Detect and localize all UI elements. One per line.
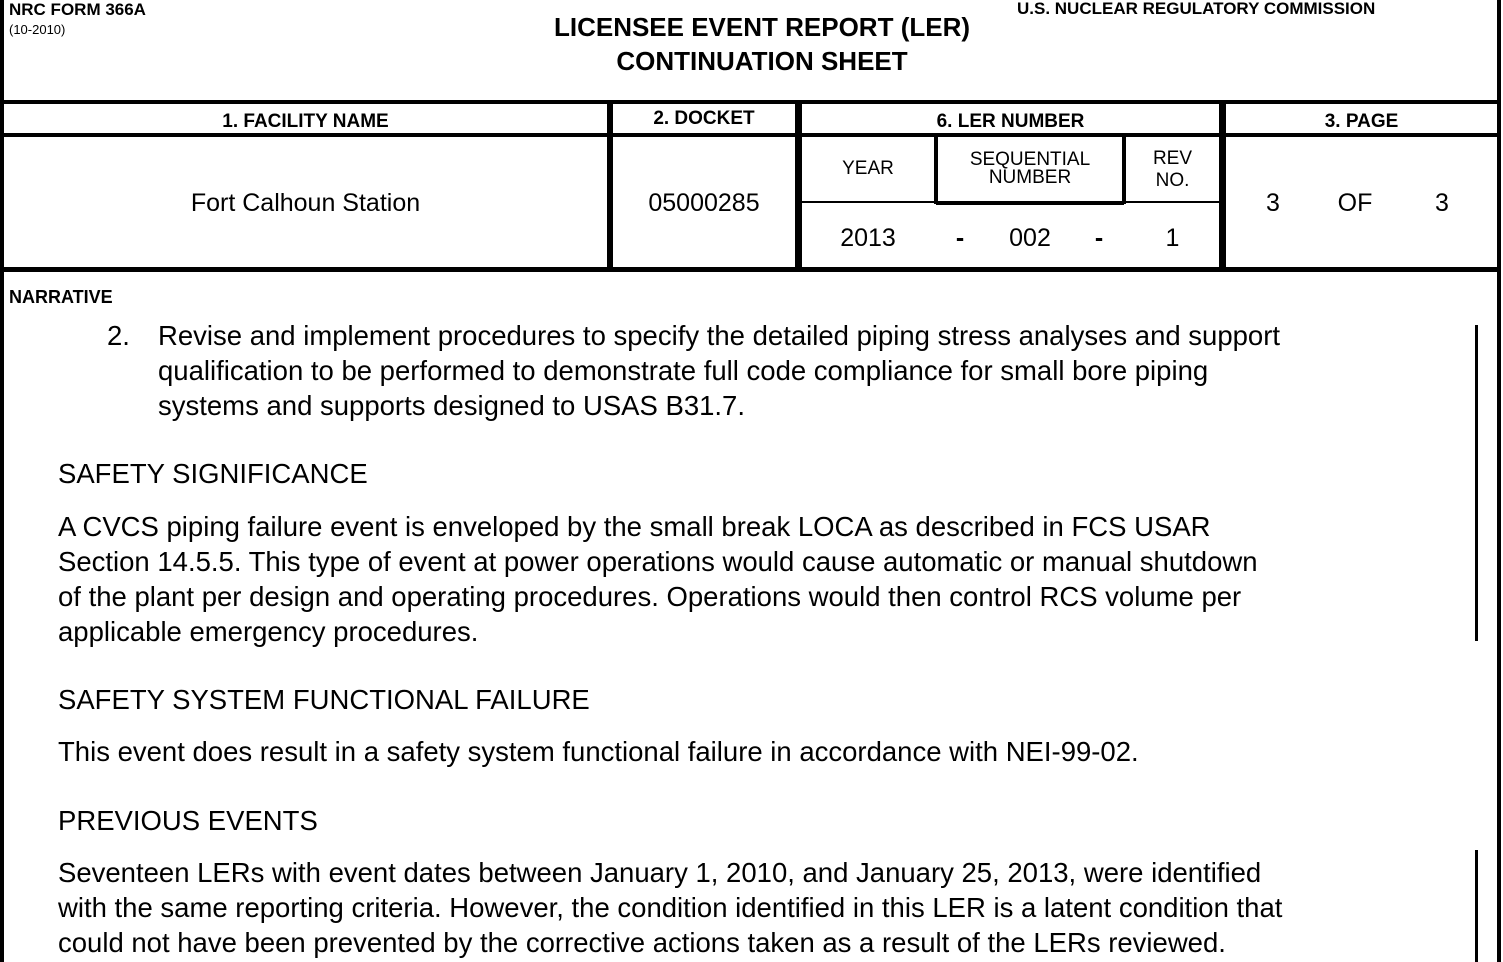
item-2-line-2: qualification to be performed to demonst… bbox=[158, 355, 1209, 386]
item-2-number: 2. bbox=[107, 320, 130, 351]
form-title: LICENSEE EVENT REPORT (LER) bbox=[553, 12, 971, 42]
ler-rev-value: 1 bbox=[1165, 224, 1180, 252]
form-id: NRC FORM 366A bbox=[9, 0, 146, 19]
form-subtitle: CONTINUATION SHEET bbox=[616, 46, 908, 76]
ssff-line-1: This event does result in a safety syste… bbox=[58, 736, 1139, 767]
safety-significance-line-4: applicable emergency procedures. bbox=[58, 616, 479, 647]
page-of: OF bbox=[1337, 189, 1373, 217]
safety-significance-line-3: of the plant per design and operating pr… bbox=[58, 581, 1242, 612]
page-label: 3. PAGE bbox=[1324, 111, 1399, 132]
ler-year-value: 2013 bbox=[840, 224, 896, 252]
ler-dash-2: - bbox=[1094, 224, 1104, 252]
sequential-label-line2: NUMBER bbox=[988, 167, 1072, 188]
safety-significance-line-1: A CVCS piping failure event is enveloped… bbox=[58, 511, 1211, 542]
facility-name-value: Fort Calhoun Station bbox=[190, 189, 421, 217]
safety-significance-line-2: Section 14.5.5. This type of event at po… bbox=[58, 546, 1258, 577]
page-total: 3 bbox=[1435, 189, 1449, 217]
page-current: 3 bbox=[1266, 189, 1280, 217]
safety-significance-heading: SAFETY SIGNIFICANCE bbox=[58, 458, 368, 489]
rev-label-line1: REV bbox=[1152, 148, 1193, 169]
facility-name-label: 1. FACILITY NAME bbox=[222, 111, 389, 132]
item-2-line-1: Revise and implement procedures to speci… bbox=[158, 320, 1281, 351]
item-2-line-3: systems and supports designed to USAS B3… bbox=[158, 390, 745, 421]
form-revision: (10-2010) bbox=[9, 22, 66, 37]
rev-label-line2: NO. bbox=[1155, 170, 1190, 191]
previous-events-line-2: with the same reporting criteria. Howeve… bbox=[58, 892, 1283, 923]
docket-value: 05000285 bbox=[648, 189, 760, 217]
docket-label: 2. DOCKET bbox=[653, 108, 755, 129]
previous-events-line-1: Seventeen LERs with event dates between … bbox=[58, 857, 1262, 888]
previous-events-heading: PREVIOUS EVENTS bbox=[58, 805, 318, 836]
narrative-label: NARRATIVE bbox=[9, 287, 113, 307]
agency-name: U.S. NUCLEAR REGULATORY COMMISSION bbox=[1017, 0, 1376, 18]
year-label: YEAR bbox=[842, 158, 894, 179]
ler-sequential-value: 002 bbox=[1009, 224, 1051, 252]
ler-number-label: 6. LER NUMBER bbox=[936, 111, 1085, 132]
previous-events-line-3: could not have been prevented by the cor… bbox=[58, 927, 1226, 958]
ssff-heading: SAFETY SYSTEM FUNCTIONAL FAILURE bbox=[58, 684, 590, 715]
